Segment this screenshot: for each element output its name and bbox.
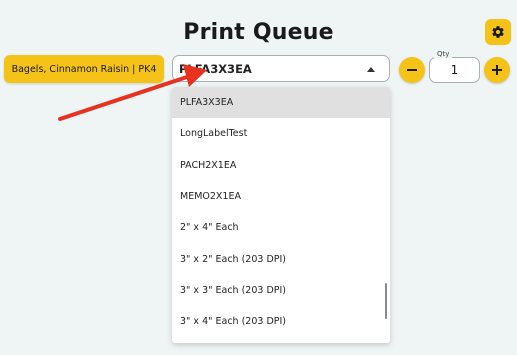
dropdown-option[interactable]: 3" x 3" Each (203 DPI): [172, 275, 390, 306]
dropdown-option[interactable]: LongLabelTest: [172, 118, 390, 149]
product-button[interactable]: Bagels, Cinnamon Raisin | PK4: [4, 55, 164, 83]
plus-icon: [492, 65, 502, 75]
dropdown-option[interactable]: MEMO2X1EA: [172, 181, 390, 212]
caret-up-icon[interactable]: [367, 67, 375, 72]
dropdown-option[interactable]: 3" x 2" Each (203 DPI): [172, 243, 390, 274]
quantity-input[interactable]: 1: [429, 57, 480, 83]
dropdown-option[interactable]: 2" x 4" Each: [172, 212, 390, 243]
gear-icon: [492, 26, 504, 38]
dropdown-scrollbar[interactable]: [385, 283, 387, 319]
settings-button[interactable]: [485, 19, 511, 45]
minus-icon: [407, 69, 417, 71]
label-format-select[interactable]: PLFA3X3EA: [172, 55, 390, 82]
decrease-quantity-button[interactable]: [399, 57, 425, 83]
page-title: Print Queue: [183, 20, 334, 45]
selected-label-format: PLFA3X3EA: [179, 61, 252, 76]
label-format-dropdown: PLFA3X3EA LongLabelTest PACH2X1EA MEMO2X…: [172, 87, 390, 343]
dropdown-option[interactable]: 3" x 4" Each (203 DPI): [172, 306, 390, 337]
quantity-value: 1: [450, 63, 459, 77]
increase-quantity-button[interactable]: [484, 57, 510, 83]
dropdown-option[interactable]: PLFA3X3EA: [172, 87, 390, 119]
quantity-label: Qty: [434, 50, 453, 58]
dropdown-option[interactable]: PACH2X1EA: [172, 150, 390, 181]
